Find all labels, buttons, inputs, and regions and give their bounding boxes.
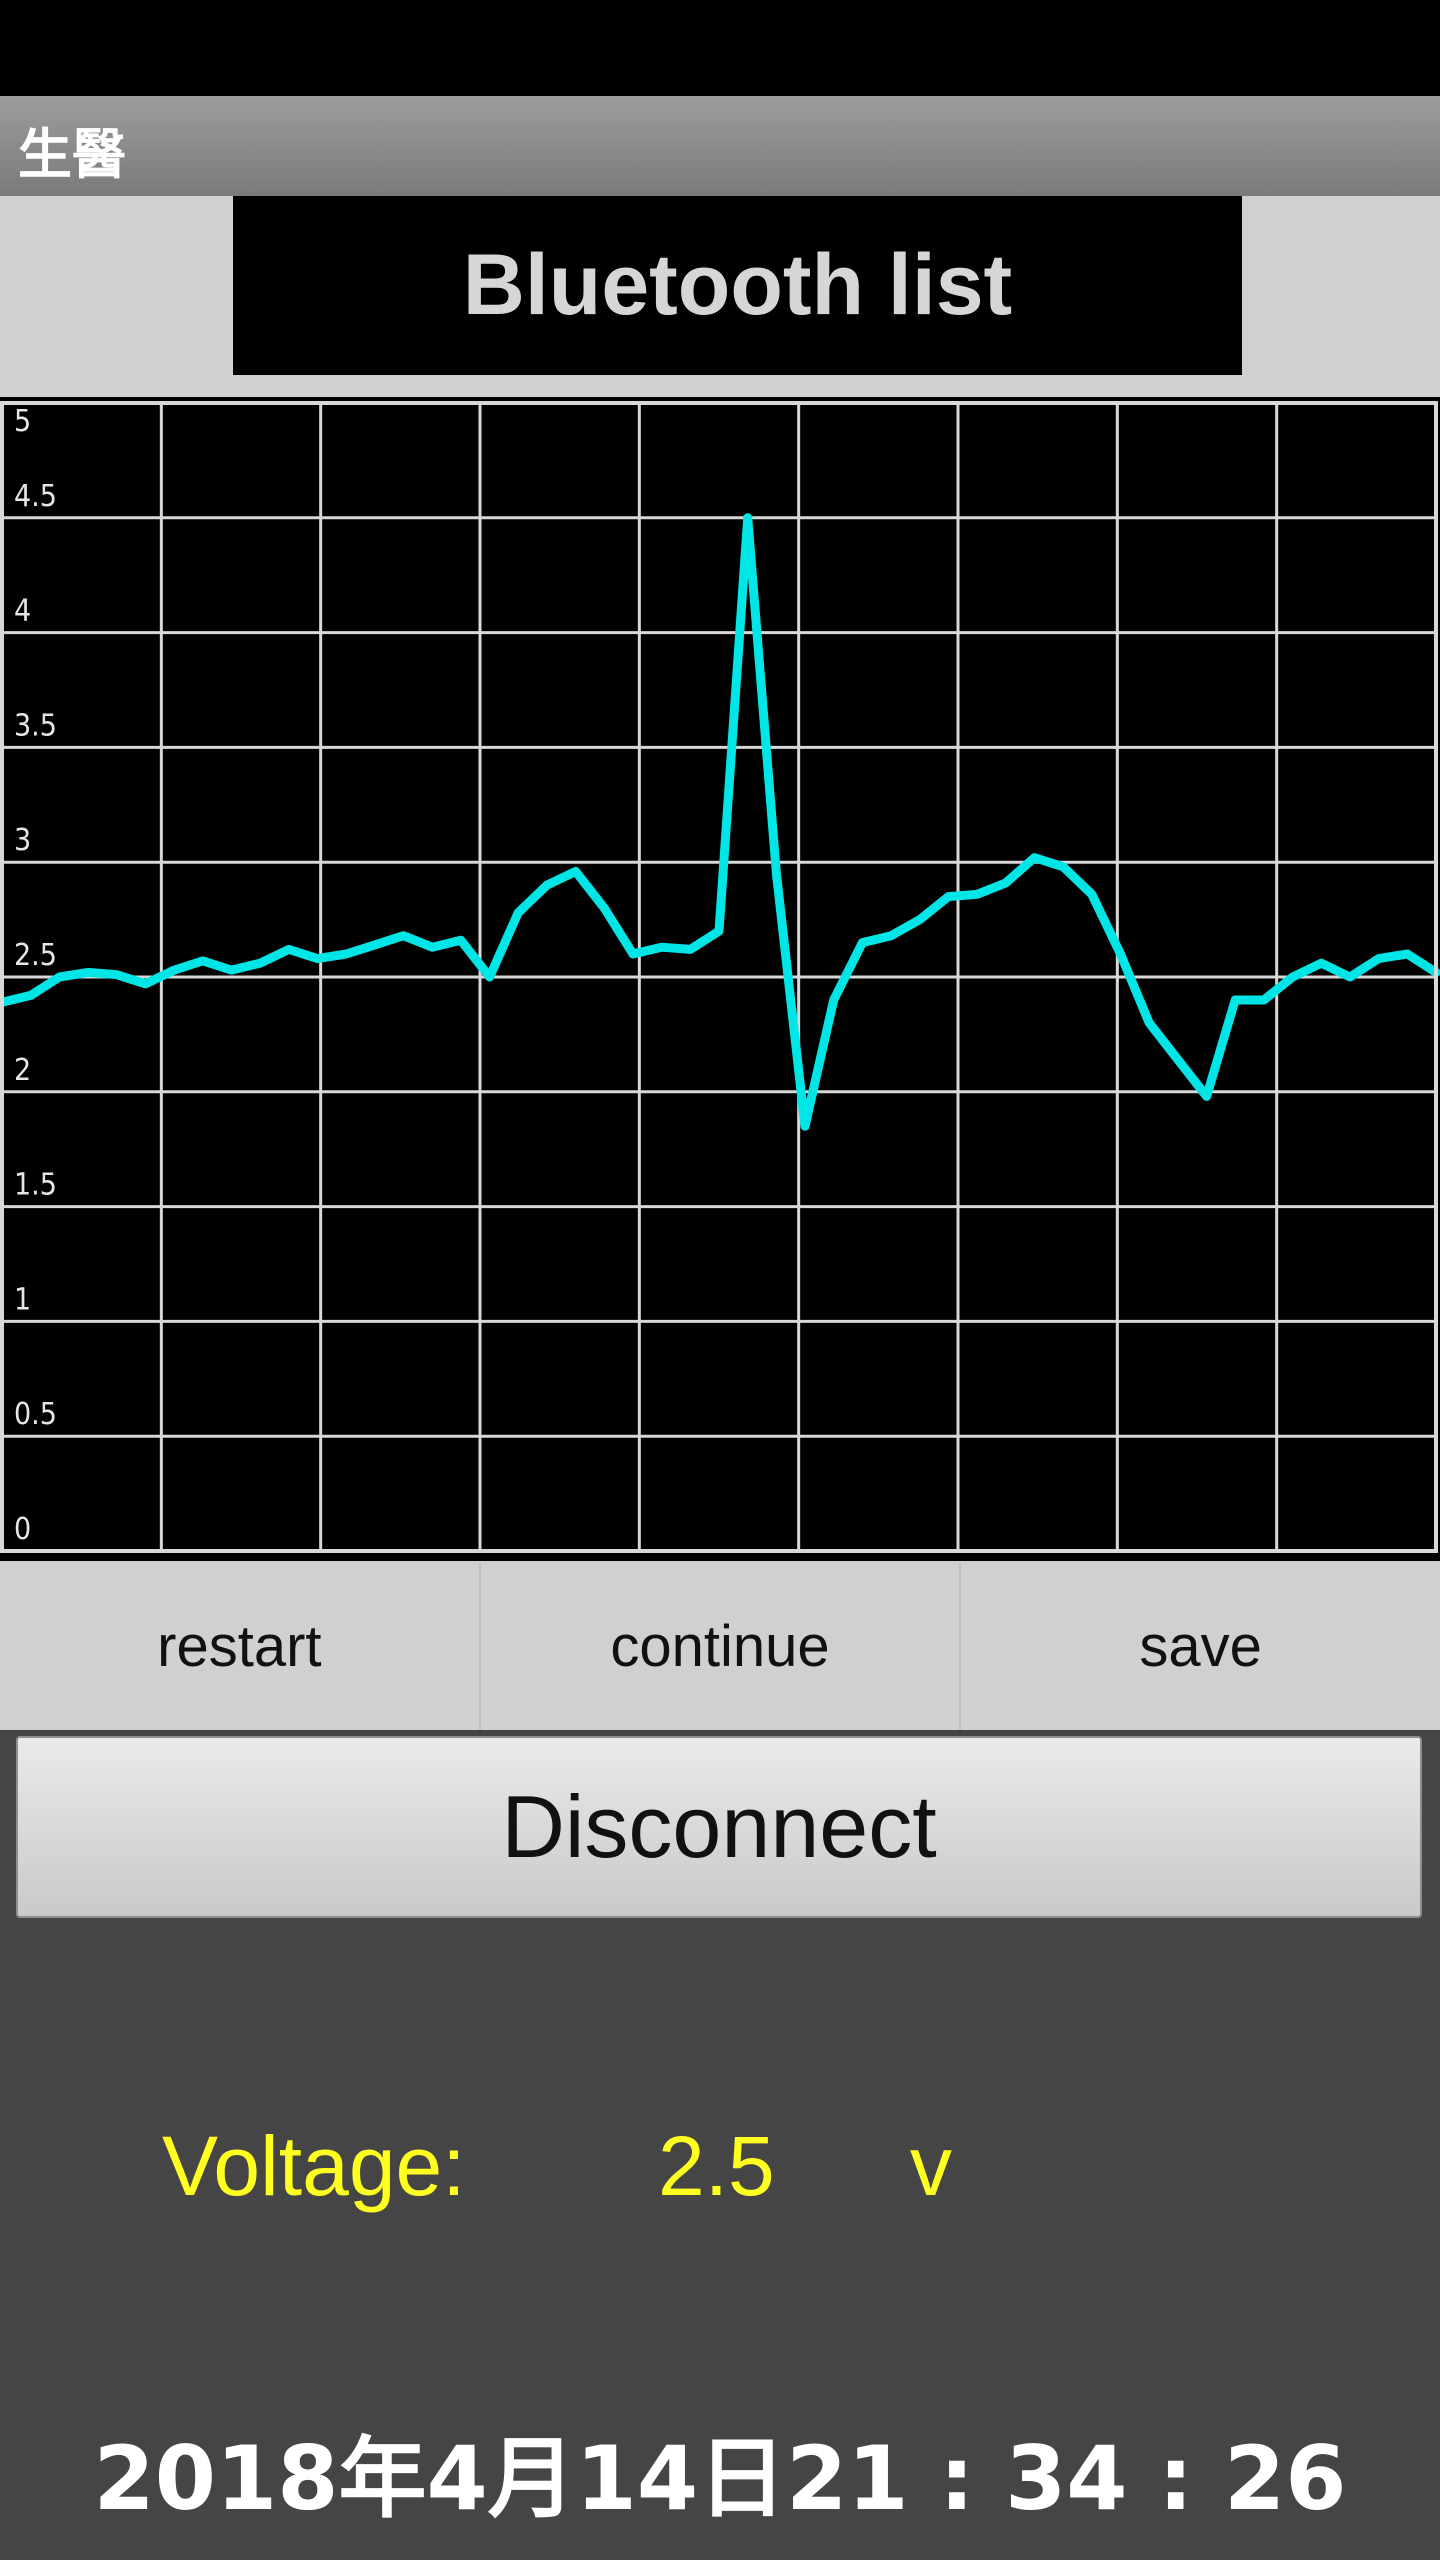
voltage-unit: v (910, 2119, 952, 2213)
disconnect-button[interactable]: Disconnect (16, 1736, 1422, 1918)
datetime-display: 2018年4月14日21 : 34 : 26 (93, 2427, 1347, 2530)
voltage-label: Voltage: (162, 2119, 466, 2213)
ecg-chart: 0 0.5 1 1.5 2 2.5 3 3.5 4 4.5 5 (0, 397, 1440, 1561)
status-bar (0, 0, 1440, 96)
y-tick-label: 5 (14, 404, 31, 439)
y-tick-label: 4 (14, 594, 31, 629)
ecg-chart-svg: 0 0.5 1 1.5 2 2.5 3 3.5 4 4.5 5 (0, 401, 1440, 1553)
y-tick-label: 2.5 (14, 938, 57, 973)
continue-button[interactable]: continue (480, 1563, 962, 1730)
restart-button[interactable]: restart (0, 1563, 481, 1730)
y-tick-label: 1 (14, 1282, 31, 1317)
action-bar: 生醫 (0, 96, 1440, 196)
app-title: 生醫 (18, 123, 126, 186)
bluetooth-list-button[interactable]: Bluetooth list (233, 196, 1242, 375)
y-tick-label: 1.5 (14, 1168, 57, 1203)
save-button[interactable]: save (961, 1563, 1440, 1730)
y-tick-label: 4.5 (14, 479, 57, 514)
voltage-readout: Voltage: 2.5 v (0, 2118, 1440, 2228)
y-tick-label: 3 (14, 823, 31, 858)
voltage-value: 2.5 (658, 2119, 775, 2213)
y-tick-label: 0.5 (14, 1397, 57, 1432)
y-tick-label: 0 (14, 1512, 31, 1547)
y-tick-label: 3.5 (14, 708, 57, 743)
control-row: restart continue save (0, 1563, 1440, 1730)
y-tick-label: 2 (14, 1053, 31, 1088)
ecg-series-line (0, 513, 1440, 1131)
